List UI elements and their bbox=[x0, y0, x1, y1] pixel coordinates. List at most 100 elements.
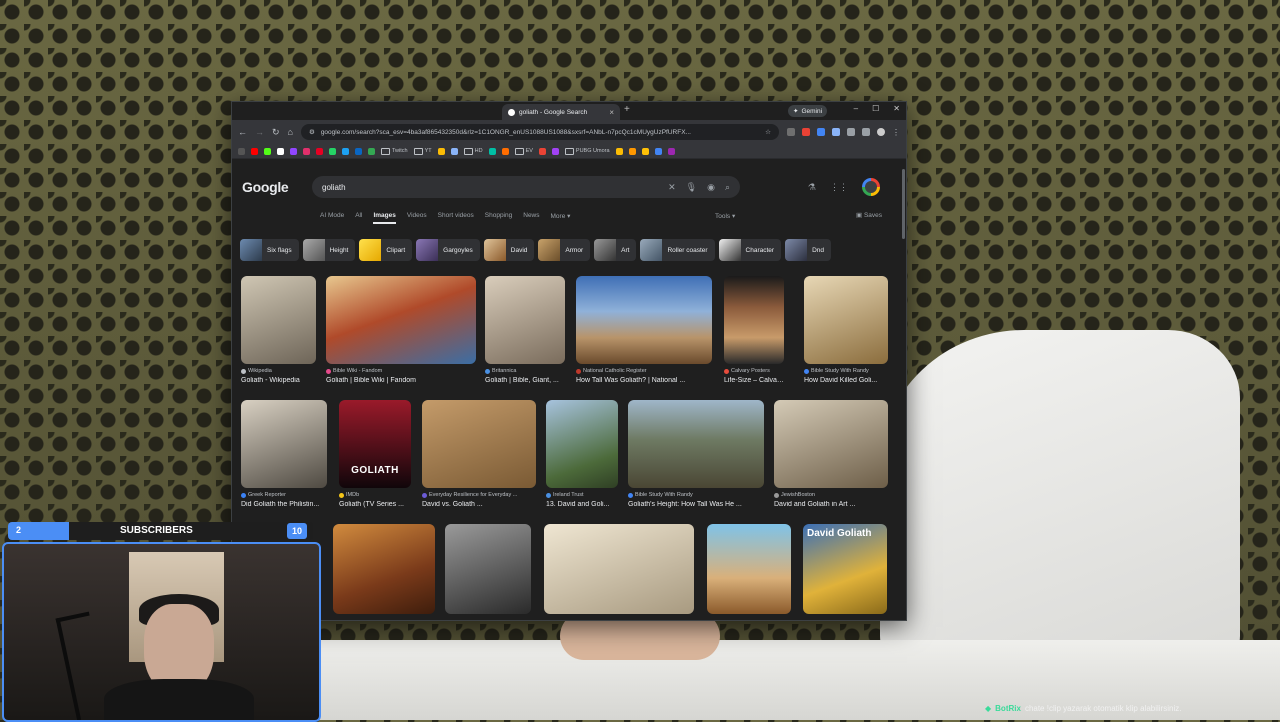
tab-short-videos[interactable]: Short videos bbox=[438, 212, 474, 224]
result-title[interactable]: How Tall Was Goliath? | National ... bbox=[576, 377, 712, 384]
bookmark-icon[interactable] bbox=[615, 147, 623, 155]
tab-more[interactable]: More ▾ bbox=[551, 212, 571, 224]
image-result[interactable] bbox=[445, 524, 531, 614]
bookmark-icon[interactable] bbox=[628, 147, 636, 155]
google-logo[interactable]: Google bbox=[242, 179, 312, 195]
bookmark-icon[interactable] bbox=[316, 147, 323, 155]
image-result[interactable]: JewishBoston David and Goliath in Art ..… bbox=[774, 400, 888, 508]
bookmark-icon[interactable] bbox=[277, 147, 284, 155]
bookmark-icon[interactable] bbox=[667, 147, 675, 155]
image-result[interactable]: Wikipedia Goliath - Wikipedia bbox=[241, 276, 316, 384]
bookmark-folder[interactable]: YT bbox=[413, 147, 432, 155]
bookmark-icon[interactable] bbox=[501, 147, 509, 155]
site-info-icon[interactable]: ⚙ bbox=[309, 128, 315, 136]
result-thumbnail[interactable] bbox=[422, 400, 536, 488]
image-result[interactable] bbox=[707, 524, 791, 614]
apps-grid-icon[interactable]: ⋮⋮ bbox=[830, 182, 848, 193]
menu-icon[interactable]: ⋮ bbox=[892, 128, 900, 137]
result-thumbnail[interactable] bbox=[628, 400, 764, 488]
image-result[interactable] bbox=[333, 524, 435, 614]
bookmark-icon[interactable] bbox=[290, 147, 297, 155]
result-title[interactable]: Life-Size – Calvary ... bbox=[724, 377, 784, 384]
forward-icon[interactable]: → bbox=[255, 127, 264, 137]
extension-icon[interactable] bbox=[802, 127, 810, 136]
linkedin-bookmark-icon[interactable] bbox=[355, 147, 362, 155]
result-thumbnail[interactable] bbox=[333, 524, 435, 614]
result-thumbnail[interactable] bbox=[804, 276, 888, 364]
home-icon[interactable]: ⌂ bbox=[288, 127, 293, 137]
result-title[interactable]: Did Goliath the Philistin... bbox=[241, 501, 327, 508]
result-title[interactable]: 13. David and Goli... bbox=[546, 501, 618, 508]
bookmark-icon[interactable] bbox=[238, 147, 245, 155]
chip-character[interactable]: Character bbox=[718, 239, 782, 261]
image-result[interactable]: Bible Study With Randy How David Killed … bbox=[804, 276, 888, 384]
result-thumbnail[interactable] bbox=[241, 400, 327, 488]
image-result[interactable]: David Goliath bbox=[803, 524, 887, 614]
bookmark-star-icon[interactable]: ☆ bbox=[765, 128, 771, 136]
back-icon[interactable]: ← bbox=[238, 127, 247, 137]
result-title[interactable]: Goliath's Height: How Tall Was He ... bbox=[628, 501, 764, 508]
bookmark-folder[interactable]: Twitch bbox=[381, 147, 408, 155]
whatsapp-bookmark-icon[interactable] bbox=[329, 147, 336, 155]
image-result[interactable]: Bible Wiki - Fandom Goliath | Bible Wiki… bbox=[326, 276, 476, 384]
reload-icon[interactable]: ↻ bbox=[272, 127, 280, 138]
search-query[interactable]: goliath bbox=[322, 183, 658, 192]
saves-button[interactable]: ▣ Saves bbox=[856, 211, 882, 219]
tab-all[interactable]: All bbox=[355, 212, 362, 224]
bookmark-icon[interactable] bbox=[551, 147, 559, 155]
youtube-bookmark-icon[interactable] bbox=[251, 147, 258, 155]
extension-icon[interactable] bbox=[817, 127, 825, 136]
bookmark-icon[interactable] bbox=[368, 147, 375, 155]
gemini-button[interactable]: ✦ Gemini bbox=[788, 105, 828, 117]
extension-icon[interactable] bbox=[832, 127, 840, 136]
result-thumbnail[interactable] bbox=[576, 276, 712, 364]
scrollbar[interactable] bbox=[902, 169, 905, 239]
bookmark-icon[interactable] bbox=[488, 147, 496, 155]
bookmark-folder[interactable]: EV bbox=[514, 147, 533, 155]
bookmark-folder[interactable]: PUBG Umora bbox=[564, 147, 610, 155]
result-title[interactable]: David and Goliath in Art ... bbox=[774, 501, 888, 508]
tab-videos[interactable]: Videos bbox=[407, 212, 427, 224]
search-icon[interactable]: ⌕ bbox=[725, 182, 730, 193]
result-thumbnail[interactable] bbox=[326, 276, 476, 364]
result-title[interactable]: Goliath | Bible, Giant, ... bbox=[485, 377, 565, 384]
chip-david[interactable]: David bbox=[483, 239, 535, 261]
search-input[interactable]: goliath ✕ 🎙 ◉ ⌕ bbox=[312, 176, 740, 198]
bookmark-icon[interactable] bbox=[654, 147, 662, 155]
tab-shopping[interactable]: Shopping bbox=[485, 212, 512, 224]
result-thumbnail[interactable] bbox=[707, 524, 791, 614]
image-result[interactable]: Everyday Resilience for Everyday ... Dav… bbox=[422, 400, 536, 508]
result-thumbnail[interactable]: GOLIATH bbox=[339, 400, 411, 488]
result-thumbnail[interactable] bbox=[546, 400, 618, 488]
maximize-icon[interactable]: ☐ bbox=[872, 104, 879, 113]
profile-icon[interactable] bbox=[877, 127, 885, 136]
sidebar-icon[interactable] bbox=[862, 127, 870, 136]
result-thumbnail[interactable]: David Goliath bbox=[803, 524, 887, 614]
result-thumbnail[interactable] bbox=[445, 524, 531, 614]
extension-icon[interactable] bbox=[787, 127, 795, 136]
result-thumbnail[interactable] bbox=[241, 276, 316, 364]
bookmark-icon[interactable] bbox=[538, 147, 546, 155]
new-tab-icon[interactable]: + bbox=[624, 104, 630, 115]
image-result[interactable] bbox=[544, 524, 694, 614]
browser-tab[interactable]: goliath - Google Search × bbox=[502, 104, 620, 120]
bookmark-icon[interactable] bbox=[641, 147, 649, 155]
chip-gargoyles[interactable]: Gargoyles bbox=[416, 239, 480, 261]
chip-armor[interactable]: Armor bbox=[538, 239, 591, 261]
avatar[interactable] bbox=[862, 178, 880, 196]
microphone-icon[interactable]: 🎙 bbox=[686, 182, 697, 193]
result-title[interactable]: Goliath (TV Series ... bbox=[339, 501, 411, 508]
result-title[interactable]: David vs. Goliath ... bbox=[422, 501, 536, 508]
chip-height[interactable]: Height bbox=[302, 239, 356, 261]
bookmark-icon[interactable] bbox=[450, 147, 458, 155]
result-thumbnail[interactable] bbox=[485, 276, 565, 364]
chip-art[interactable]: Art bbox=[594, 239, 637, 261]
bookmark-icon[interactable] bbox=[437, 147, 445, 155]
image-result[interactable]: Calvary Posters Life-Size – Calvary ... bbox=[724, 276, 784, 384]
close-tab-icon[interactable]: × bbox=[609, 108, 614, 117]
tools-button[interactable]: Tools ▾ bbox=[715, 212, 735, 220]
result-thumbnail[interactable] bbox=[724, 276, 784, 364]
tab-ai-mode[interactable]: AI Mode bbox=[320, 212, 344, 224]
address-bar[interactable]: ⚙ google.com/search?sca_esv=4ba3af865432… bbox=[300, 124, 779, 140]
close-window-icon[interactable]: ✕ bbox=[893, 104, 900, 113]
